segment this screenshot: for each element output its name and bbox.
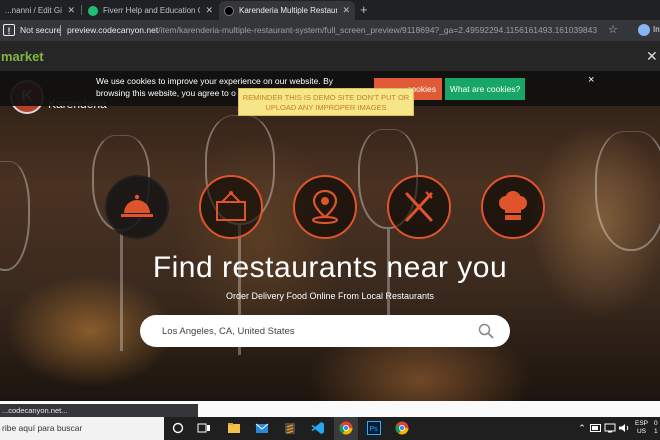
karenderia-favicon-icon [224, 5, 234, 16]
tab-title: Karenderia Multiple Restaurant S [239, 6, 338, 15]
photoshop-icon[interactable]: Ps [366, 420, 382, 436]
reminder-line: REMINDER THIS IS DEMO SITE DON'T PUT OR [242, 93, 410, 102]
cortana-icon[interactable] [170, 420, 186, 436]
tab-karenderia[interactable]: Karenderia Multiple Restaurant S ✕ [219, 1, 355, 20]
signboard-icon[interactable] [199, 175, 263, 239]
location-search-input[interactable] [162, 315, 462, 347]
category-icons [105, 175, 545, 245]
reminder-line: UPLOAD ANY IMPROPER IMAGES [265, 103, 387, 112]
close-cookie-banner-button[interactable]: × [588, 74, 594, 86]
fork-knife-icon[interactable] [387, 175, 451, 239]
warning-icon[interactable]: ! [3, 24, 15, 36]
cookie-message-line: We use cookies to improve your experienc… [96, 76, 334, 86]
svg-text:Ps: Ps [370, 426, 379, 433]
hero-subheadline: Order Delivery Food Online From Local Re… [225, 291, 435, 301]
language-code: ESP [635, 420, 649, 427]
mail-icon[interactable] [254, 420, 270, 436]
bookmark-star-icon[interactable]: ☆ [608, 23, 618, 36]
hero-headline: Find restaurants near you [152, 251, 508, 284]
close-icon[interactable]: ✕ [342, 5, 350, 16]
profile-label[interactable]: In [653, 25, 660, 34]
profile-avatar[interactable] [638, 24, 650, 36]
chrome-icon[interactable] [338, 420, 354, 436]
browser-status-bubble: ...codecanyon.net... [0, 404, 198, 417]
input-language-indicator[interactable]: ESP US [635, 420, 648, 436]
clock-time: 0 [654, 420, 658, 427]
clock-date: 1 [654, 428, 658, 435]
address-bar: ! Not secure preview.codecanyon.net/item… [0, 20, 660, 41]
security-label[interactable]: Not secure [20, 25, 61, 35]
search-icon[interactable] [478, 323, 494, 339]
divider [60, 25, 61, 36]
file-explorer-icon[interactable] [226, 420, 242, 436]
chef-hat-icon[interactable] [481, 175, 545, 239]
tab-separator [81, 5, 82, 15]
cloche-icon[interactable] [105, 175, 169, 239]
market-logo[interactable]: market [1, 49, 44, 64]
location-pin-icon[interactable] [293, 175, 357, 239]
system-clock[interactable]: 0 1 [654, 420, 658, 436]
demo-reminder-notice: REMINDER THIS IS DEMO SITE DON'T PUT OR … [238, 88, 414, 116]
location-search-box [140, 315, 510, 347]
vscode-icon[interactable] [310, 420, 326, 436]
tab-title: ...nanni / Edit Gig [5, 6, 63, 15]
url-field[interactable]: preview.codecanyon.net/item/karenderia-m… [67, 25, 597, 35]
hero-section: K Karenderia Find restaurants near you O… [0, 71, 660, 401]
windows-taskbar: ribe aquí para buscar Ps ⌃ ESP US 0 1 [0, 417, 660, 440]
tab-title: Fiverr Help and Education Center [103, 6, 200, 15]
keyboard-layout: US [636, 428, 647, 435]
screen: ...nanni / Edit Gig ✕ Fiverr Help and Ed… [0, 0, 660, 440]
task-view-icon[interactable] [196, 420, 212, 436]
chrome-icon[interactable] [394, 420, 410, 436]
new-tab-button[interactable]: + [360, 2, 368, 17]
taskbar-search-box[interactable]: ribe aquí para buscar [0, 417, 164, 440]
browser-tab-strip: ...nanni / Edit Gig ✕ Fiverr Help and Ed… [0, 0, 660, 20]
url-domain: preview.codecanyon.net [67, 25, 159, 35]
close-icon[interactable]: ✕ [205, 5, 213, 16]
volume-icon[interactable] [616, 420, 632, 436]
close-preview-button[interactable]: ✕ [646, 48, 658, 65]
fiverr-favicon-icon [88, 5, 98, 16]
wine-glass-decoration [595, 131, 660, 251]
url-path: /item/karenderia-multiple-restaurant-sys… [158, 25, 597, 35]
what-are-cookies-button[interactable]: What are cookies? [445, 78, 525, 100]
tab-edit-gig[interactable]: ...nanni / Edit Gig ✕ [0, 1, 80, 20]
tab-fiverr-help[interactable]: Fiverr Help and Education Center ✕ [83, 1, 218, 20]
close-icon[interactable]: ✕ [67, 5, 75, 16]
envato-market-bar: market ✕ [0, 41, 660, 71]
sublime-text-icon[interactable] [282, 420, 298, 436]
